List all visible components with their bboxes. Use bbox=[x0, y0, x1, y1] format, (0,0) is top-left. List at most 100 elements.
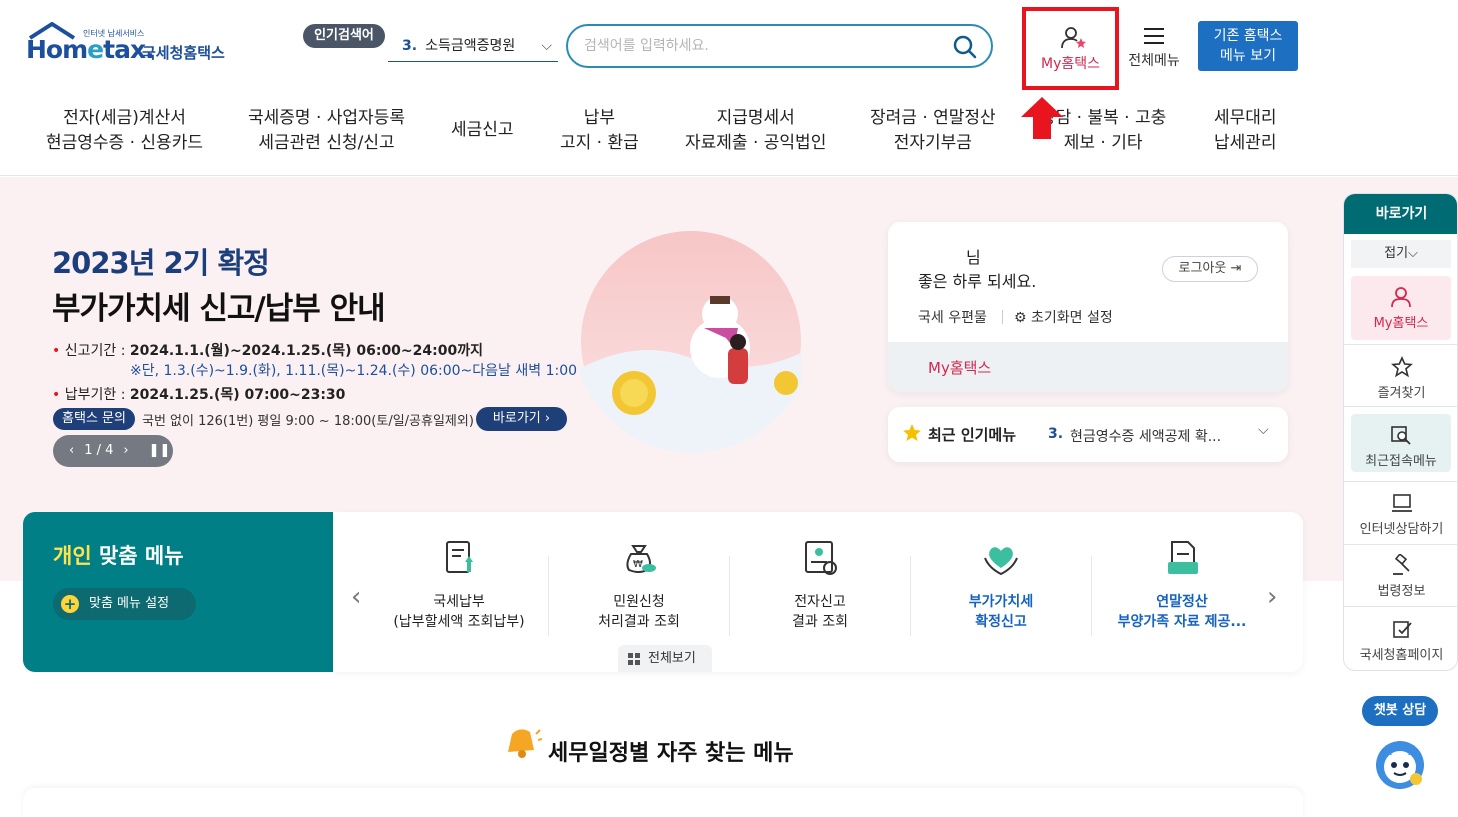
menu-e-filing-result[interactable]: 전자신고 결과 조회 bbox=[730, 538, 910, 632]
hero-due: • 납부기한 : 2024.1.25.(목) 07:00~23:30 bbox=[52, 387, 346, 403]
hero-pager: ‹ 1 / 4 › ❚❚ bbox=[53, 435, 173, 467]
personal-menu-title: 개인 맞춤 메뉴 bbox=[53, 544, 184, 568]
legacy-menu-label-2: 메뉴 보기 bbox=[1220, 48, 1276, 64]
schedule-title: 세무일정별 자주 찾는 메뉴 bbox=[548, 741, 794, 766]
quick-item-my-hometax[interactable]: My홈택스 bbox=[1351, 276, 1451, 340]
quick-item-law-info[interactable]: 법령정보 bbox=[1344, 554, 1457, 599]
divider bbox=[1002, 310, 1003, 324]
user-icon bbox=[1391, 287, 1411, 308]
e-filing-icon bbox=[805, 541, 837, 575]
pause-icon[interactable]: ❚❚ bbox=[149, 443, 171, 458]
recent-popular-rank: 3. bbox=[1048, 426, 1064, 442]
chatbot-mascot-icon[interactable] bbox=[1372, 735, 1428, 791]
document-icon bbox=[1168, 541, 1198, 574]
nav-item-certificate[interactable]: 국세증명 · 사업자등록 세금관련 신청/신고 bbox=[248, 106, 405, 156]
schedule-panel bbox=[23, 788, 1303, 817]
all-menu-button[interactable]: 전체메뉴 bbox=[1122, 24, 1186, 72]
nav-item-incentive[interactable]: 장려금 · 연말정산 전자기부금 bbox=[870, 106, 996, 156]
quick-menu-title: 바로가기 bbox=[1344, 194, 1457, 234]
recent-popular-label: 최근 인기메뉴 bbox=[928, 426, 1017, 444]
personal-menu-panel: 개인 맞춤 메뉴 + 맞춤 메뉴 설정 bbox=[23, 512, 333, 672]
login-panel: 님 좋은 하루 되세요. 로그아웃 ⇥ 국세 우편물 ⚙ 초기화면 설정 My홈… bbox=[888, 222, 1288, 392]
logo-korean-name: 국세청홈택스 bbox=[142, 44, 225, 62]
my-hometax-link[interactable]: My홈택스 bbox=[928, 357, 991, 378]
popular-rank: 3. bbox=[402, 38, 418, 54]
chatbot-button[interactable]: 챗봇 상담 bbox=[1362, 696, 1438, 726]
bell-icon bbox=[508, 729, 542, 758]
nav-item-invoice[interactable]: 전자(세금)계산서 현금영수증 · 신용카드 bbox=[46, 106, 203, 156]
personal-menu-settings-button[interactable]: + 맞춤 메뉴 설정 bbox=[53, 588, 196, 620]
grid-icon bbox=[628, 653, 641, 666]
tax-mail-link[interactable]: 국세 우편물 bbox=[918, 307, 987, 327]
personal-menu-items: ‹ › 국세납부 (납부할세액 조회납부) ₩ 민원신청 처리결과 조회 전자신… bbox=[333, 512, 1303, 672]
popular-search-select[interactable]: 3. 소득금액증명원 ⌵ bbox=[388, 32, 558, 62]
inquiry-text: 국번 없이 126(1번) 평일 9:00 ~ 18:00(토/일/공휴일제외) bbox=[142, 414, 474, 429]
edit-document-icon bbox=[1392, 621, 1412, 638]
money-bag-icon: ₩ bbox=[626, 545, 656, 573]
svg-text:₩: ₩ bbox=[633, 559, 643, 570]
quick-item-favorites[interactable]: 즐겨찾기 bbox=[1344, 356, 1457, 401]
star-outline-icon bbox=[1390, 356, 1413, 378]
tax-payment-icon bbox=[446, 541, 473, 573]
init-screen-setting-link[interactable]: ⚙ 초기화면 설정 bbox=[1014, 307, 1113, 327]
menu-tax-payment[interactable]: 국세납부 (납부할세액 조회납부) bbox=[369, 538, 549, 632]
quick-item-nts-homepage[interactable]: 국세청홈페이지 bbox=[1344, 618, 1457, 663]
chevron-right-icon: › bbox=[544, 411, 551, 426]
hero-title-1: 2023년 2기 확정 bbox=[52, 246, 270, 280]
header: 인터넷 납세서비스 Hometax. 국세청홈택스 인기검색어 3. 소득금액증명… bbox=[0, 0, 1458, 90]
hamburger-icon bbox=[1144, 28, 1164, 49]
hometax-logo[interactable]: 인터넷 납세서비스 Hometax. 국세청홈택스 bbox=[26, 22, 246, 74]
quick-fold-button[interactable]: 접기⌵ bbox=[1351, 240, 1451, 268]
view-all-button[interactable]: 전체보기 bbox=[618, 645, 712, 672]
heart-hands-icon bbox=[984, 547, 1018, 576]
pager-text: 1 / 4 bbox=[84, 443, 114, 458]
nav-item-payment[interactable]: 납부 고지 · 환급 bbox=[560, 106, 639, 156]
inquiry-badge: 홈택스 문의 bbox=[53, 408, 135, 430]
logo-wordmark: Hometax. bbox=[26, 35, 155, 64]
hero-period: • 신고기간 : 2024.1.1.(월)~2024.1.25.(목) 06:0… bbox=[52, 343, 483, 359]
quick-item-recent-menu[interactable]: 최근접속메뉴 bbox=[1351, 414, 1451, 472]
user-star-icon bbox=[1061, 27, 1086, 49]
chevron-down-icon[interactable]: ⌵ bbox=[1258, 422, 1269, 438]
main-nav: 전자(세금)계산서 현금영수증 · 신용카드 국세증명 · 사업자등록 세금관련 신… bbox=[0, 92, 1458, 176]
nav-item-tax-report[interactable]: 세금신고 bbox=[451, 118, 514, 143]
popular-keyword: 소득금액증명원 bbox=[425, 38, 516, 54]
next-slide-icon[interactable]: › bbox=[123, 443, 128, 458]
hero-period-note: ※단, 1.3.(수)~1.9.(화), 1.11.(목)~1.24.(수) 0… bbox=[130, 363, 578, 379]
monitor-icon bbox=[1391, 494, 1412, 512]
plus-icon: + bbox=[61, 595, 79, 613]
menu-year-end-settlement[interactable]: 연말정산 부양가족 자료 제공... bbox=[1092, 538, 1272, 632]
quick-item-online-consult[interactable]: 인터넷상담하기 bbox=[1344, 492, 1457, 537]
greeting-text: 좋은 하루 되세요. bbox=[918, 272, 1037, 291]
menu-civil-request[interactable]: ₩ 민원신청 처리결과 조회 bbox=[549, 538, 729, 632]
user-name-suffix: 님 bbox=[966, 248, 981, 267]
gear-icon: ⚙ bbox=[1014, 310, 1027, 326]
my-hometax-label: My홈택스 bbox=[1040, 56, 1100, 72]
logout-icon: ⇥ bbox=[1230, 261, 1242, 276]
search-input[interactable] bbox=[584, 35, 944, 57]
hero-title-2: 부가가치세 신고/납부 안내 bbox=[52, 291, 386, 327]
login-panel-footer[interactable]: My홈택스 bbox=[888, 342, 1288, 392]
gavel-icon bbox=[1392, 554, 1410, 575]
chevron-down-icon: ⌵ bbox=[1408, 246, 1418, 261]
quick-menu: 바로가기 접기⌵ My홈택스 즐겨찾기 최근접속메뉴 인터넷상담하기 법령정보 … bbox=[1343, 193, 1458, 671]
popular-search-badge: 인기검색어 bbox=[303, 24, 385, 48]
search-box bbox=[566, 24, 993, 68]
search-icon[interactable] bbox=[951, 33, 979, 61]
all-menu-label: 전체메뉴 bbox=[1128, 53, 1180, 69]
menu-vat-final-filing[interactable]: 부가가치세 확정신고 bbox=[911, 538, 1091, 632]
legacy-menu-button[interactable]: 기존 홈택스 메뉴 보기 bbox=[1198, 21, 1298, 71]
nav-item-statement[interactable]: 지급명세서 자료제출 · 공익법인 bbox=[685, 106, 826, 156]
hero-go-button[interactable]: 바로가기 › bbox=[476, 407, 567, 431]
star-icon bbox=[903, 424, 921, 441]
logout-button[interactable]: 로그아웃 ⇥ bbox=[1162, 256, 1258, 282]
nav-item-tax-agent[interactable]: 세무대리 납세관리 bbox=[1214, 106, 1277, 156]
prev-arrow-icon[interactable]: ‹ bbox=[351, 582, 361, 612]
legacy-menu-label-1: 기존 홈택스 bbox=[1213, 28, 1283, 44]
chevron-down-icon: ⌵ bbox=[541, 38, 552, 54]
prev-slide-icon[interactable]: ‹ bbox=[69, 443, 74, 458]
recent-popular-value: 현금영수증 세액공제 확... bbox=[1070, 429, 1222, 445]
snowman-illustration bbox=[581, 231, 801, 453]
recent-popular-panel[interactable]: 최근 인기메뉴 3. 현금영수증 세액공제 확... ⌵ bbox=[888, 407, 1288, 462]
my-hometax-button[interactable]: My홈택스 bbox=[1022, 7, 1119, 90]
